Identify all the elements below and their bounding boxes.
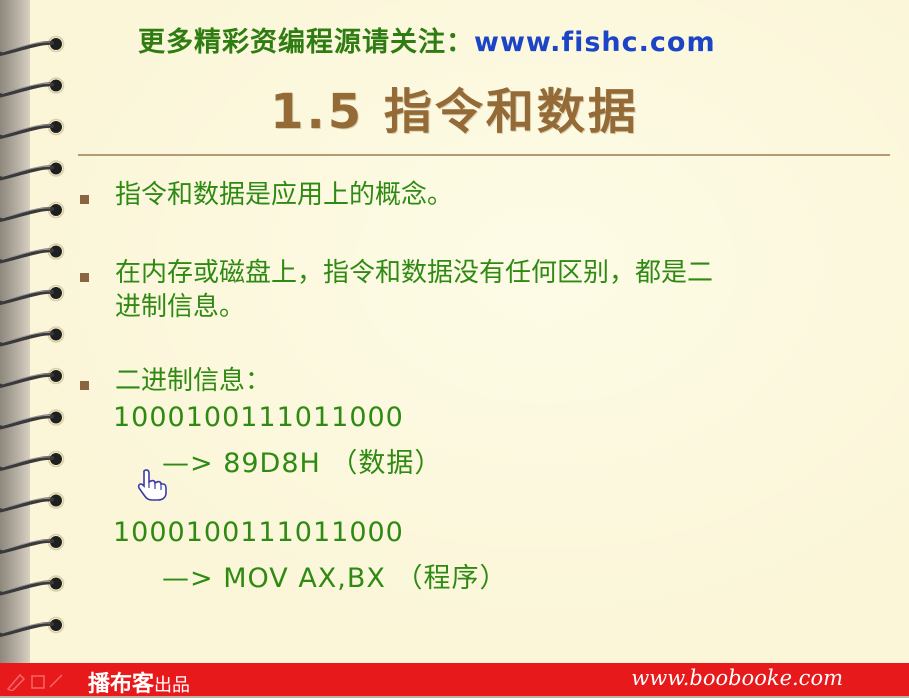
pencil-icon <box>6 673 63 691</box>
spiral-ring <box>0 492 65 513</box>
spiral-ring <box>0 326 65 347</box>
spiral-ring <box>0 35 65 56</box>
spiral-ring <box>0 575 65 596</box>
spiral-ring <box>0 409 65 430</box>
header-notice: 更多精彩资编程源请关注：www.fishc.com <box>138 20 716 59</box>
bullet-text-line: 在内存或磁盘上，指令和数据没有任何区别，都是二 <box>115 258 714 288</box>
spiral-ring <box>0 450 65 471</box>
header-url-link[interactable]: www.fishc.com <box>474 27 716 58</box>
footer-brand-suffix: 出品 <box>154 675 191 696</box>
spiral-ring <box>0 533 65 554</box>
header-notice-text: 更多精彩资编程源请关注： <box>138 27 474 58</box>
bullet-marker <box>80 273 89 282</box>
binary-value: 1000100111011000 <box>113 402 404 433</box>
slide-title: 1.5 指令和数据 <box>270 84 639 140</box>
bullet-text-line: 进制信息。 <box>115 292 246 322</box>
bullet-marker <box>80 195 89 204</box>
footer-brand: 播布客出品 <box>88 666 190 698</box>
spiral-ring <box>0 201 65 222</box>
footer-bar: 播布客出品 www.boobooke.com <box>0 663 909 698</box>
footer-brand-name: 播布客 <box>88 672 155 697</box>
bullet-marker <box>80 381 89 390</box>
spiral-ring <box>0 284 65 305</box>
spiral-ring <box>0 616 65 637</box>
title-divider <box>78 154 890 156</box>
hand-pointer-icon <box>137 469 167 501</box>
decoded-program-line: —> MOV AX,BX （程序） <box>162 563 508 594</box>
spiral-ring <box>0 367 65 388</box>
spiral-ring <box>0 160 65 181</box>
spiral-ring <box>0 243 65 264</box>
footer-url-link[interactable]: www.boobooke.com <box>631 666 843 690</box>
slide: 更多精彩资编程源请关注：www.fishc.com 1.5 指令和数据 指令和数… <box>0 0 909 663</box>
binary-value: 1000100111011000 <box>113 517 404 548</box>
bullet-text-line: 指令和数据是应用上的概念。 <box>115 180 454 210</box>
bullet-text-line: 二进制信息： <box>115 366 272 396</box>
decoded-data-line: —> 89D8H （数据） <box>162 448 443 479</box>
